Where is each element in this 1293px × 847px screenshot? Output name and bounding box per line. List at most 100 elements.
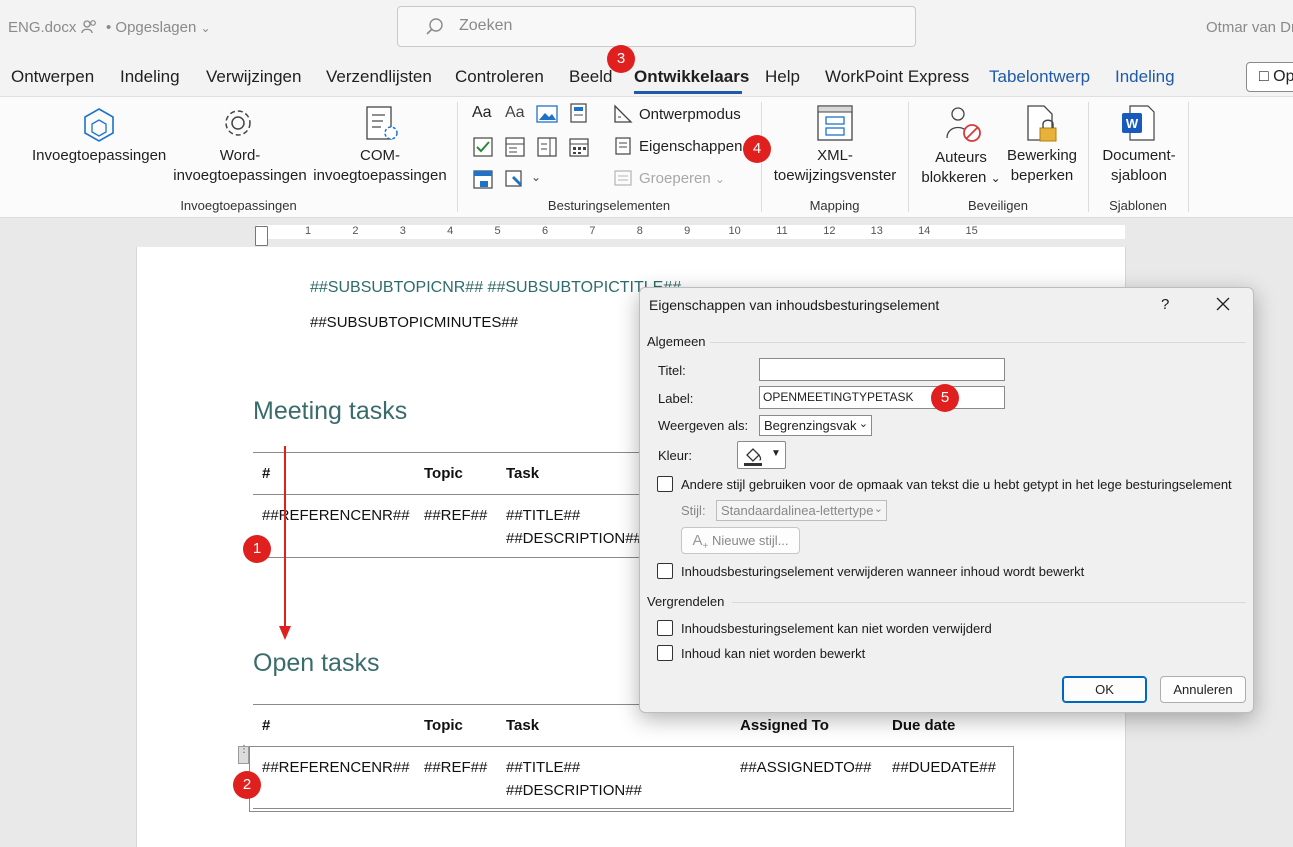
bewerking-beperken-label: Bewerking beperken — [1000, 146, 1084, 186]
word-invoegtoepassingen-label: Word- invoegtoepassingen — [172, 146, 308, 186]
tab-ontwerpen[interactable]: Ontwerpen — [11, 67, 94, 87]
tab-indeling[interactable]: Indeling — [120, 67, 180, 87]
sjabloon-line2: sjabloon — [1111, 167, 1167, 184]
picture-control-icon[interactable] — [536, 104, 558, 124]
word-document-icon: W — [1122, 105, 1155, 141]
new-style-icon: A+ — [692, 532, 709, 552]
cancel-button[interactable]: Annuleren — [1160, 676, 1246, 703]
weergeven-als-select[interactable]: Begrenzingsvak ⌄ — [759, 415, 872, 436]
indent-marker[interactable] — [255, 226, 268, 246]
com-invoegtoepassingen-label: COM- invoegtoepassingen — [312, 146, 448, 186]
group-algemeen: Algemeen — [647, 334, 706, 349]
invoegtoepassingen-button[interactable] — [30, 100, 170, 190]
meeting-col-number: # — [262, 465, 271, 482]
annotation-badge-4: 4 — [743, 135, 771, 163]
search-icon — [426, 18, 443, 35]
document-name[interactable]: ENG.docx — [8, 19, 76, 36]
com-addins-line2: invoegtoepassingen — [313, 167, 447, 184]
lock-delete-checkbox[interactable] — [657, 620, 673, 636]
open-comments-button[interactable]: □ Op — [1246, 62, 1293, 92]
com-addins-line1: COM- — [360, 147, 400, 164]
open-cell-assigned[interactable]: ##ASSIGNEDTO## — [740, 759, 871, 776]
tab-controleren[interactable]: Controleren — [455, 67, 544, 87]
save-status[interactable]: • Opgeslagen ⌄ — [106, 19, 211, 36]
open-cell-due[interactable]: ##DUEDATE## — [892, 759, 996, 776]
rich-text-control-icon[interactable]: Aa — [472, 104, 492, 122]
chevron-down-icon[interactable]: ⌄ — [531, 170, 541, 184]
group-label-mapping: Mapping — [809, 198, 860, 213]
ok-button[interactable]: OK — [1062, 676, 1147, 703]
eigenschappen-button[interactable]: Eigenschappen — [639, 138, 742, 155]
ruler-number: 8 — [636, 225, 643, 237]
repeating-section-control-icon[interactable] — [472, 168, 494, 190]
xml-line1: XML- — [817, 147, 853, 164]
andere-stijl-label: Andere stijl gebruiken voor de opmaak va… — [681, 477, 1232, 492]
subsubtopic-minutes[interactable]: ##SUBSUBTOPICMINUTES## — [310, 314, 518, 331]
checkbox-control-icon[interactable] — [472, 136, 494, 158]
shared-users-icon[interactable] — [80, 18, 98, 36]
search-input[interactable]: Zoeken — [459, 17, 512, 35]
content-control-boundary[interactable] — [249, 746, 1014, 812]
lock-edit-checkbox[interactable] — [657, 645, 673, 661]
meeting-cell-title[interactable]: ##TITLE## — [506, 507, 580, 524]
group-label-sjablonen: Sjablonen — [1109, 198, 1167, 213]
meeting-tasks-heading[interactable]: Meeting tasks — [253, 397, 407, 426]
chevron-down-icon: ⌄ — [858, 418, 868, 430]
tab-verwijzingen[interactable]: Verwijzingen — [206, 67, 301, 87]
tab-help[interactable]: Help — [765, 67, 800, 87]
tab-verzendlijsten[interactable]: Verzendlijsten — [326, 67, 432, 87]
plain-text-control-icon[interactable]: Aa — [505, 104, 525, 122]
document-sjabloon-label: Document- sjabloon — [1094, 146, 1184, 186]
groeperen-button[interactable]: Groeperen ⌄ — [639, 170, 725, 187]
tab-workpoint-express[interactable]: WorkPoint Express — [825, 67, 969, 87]
tab-indeling-table[interactable]: Indeling — [1115, 67, 1175, 87]
chevron-down-icon: ⌄ — [200, 21, 211, 35]
stijl-select[interactable]: Standaardalinea-lettertype ⌄ — [716, 500, 887, 521]
open-cell-title[interactable]: ##TITLE## — [506, 759, 580, 776]
combo-box-control-icon[interactable] — [504, 136, 526, 158]
auteurs-line1: Auteurs — [935, 149, 987, 166]
chevron-down-icon: ⌄ — [714, 172, 725, 186]
date-picker-control-icon[interactable] — [568, 136, 590, 158]
bewerking-line1: Bewerking — [1006, 147, 1078, 164]
block-authors-icon — [946, 107, 981, 142]
close-icon[interactable] — [1215, 296, 1231, 312]
gear-icon — [225, 110, 251, 136]
kleur-color-picker[interactable]: ▼ — [737, 441, 786, 469]
help-button[interactable]: ? — [1161, 296, 1169, 313]
dropdown-list-control-icon[interactable] — [536, 136, 558, 158]
tab-tabelontwerp[interactable]: Tabelontwerp — [989, 67, 1090, 87]
table-border — [253, 452, 639, 453]
building-block-control-icon[interactable] — [568, 102, 590, 124]
addins-hexagon-icon — [84, 108, 114, 142]
ruler-number: 5 — [494, 225, 501, 237]
open-cell-topic[interactable]: ##REF## — [424, 759, 487, 776]
open-cell-ref[interactable]: ##REFERENCENR## — [262, 759, 410, 776]
ontwerpmodus-button[interactable]: Ontwerpmodus — [639, 106, 741, 123]
user-name[interactable]: Otmar van Dr — [1206, 19, 1293, 36]
content-control-handle[interactable]: ⋮ — [238, 745, 249, 764]
open-col-number: # — [262, 717, 271, 734]
andere-stijl-checkbox[interactable] — [657, 476, 673, 492]
legacy-tools-icon[interactable] — [504, 168, 526, 190]
group-divider — [1188, 102, 1189, 212]
verwijderen-checkbox[interactable] — [657, 563, 673, 579]
meeting-cell-topic[interactable]: ##REF## — [424, 507, 487, 524]
titel-input[interactable] — [759, 358, 1005, 381]
invoegtoepassingen-label: Invoegtoepassingen — [32, 147, 167, 164]
ruler-number: 14 — [918, 225, 931, 237]
open-tasks-heading[interactable]: Open tasks — [253, 649, 379, 678]
meeting-cell-desc[interactable]: ##DESCRIPTION## — [506, 530, 642, 547]
open-cell-desc[interactable]: ##DESCRIPTION## — [506, 782, 642, 799]
open-col-task: Task — [506, 717, 540, 734]
tab-ontwikkelaars[interactable]: Ontwikkelaars — [634, 67, 749, 87]
nieuwe-stijl-button[interactable]: A+ Nieuwe stijl... — [681, 527, 800, 554]
tab-beeld[interactable]: Beeld — [569, 67, 612, 87]
bewerking-line2: beperken — [1010, 167, 1074, 184]
group-divider — [710, 342, 1246, 343]
auteurs-blokkeren-label: Auteurs blokkeren ⌄ — [916, 148, 1006, 188]
label-input[interactable]: OPENMEETINGTYPETASK — [759, 386, 1005, 409]
ruler-text-area — [257, 225, 1125, 239]
subsubtopic-title[interactable]: ##SUBSUBTOPICNR## ##SUBSUBTOPICTITLE## — [310, 279, 681, 297]
meeting-col-topic: Topic — [424, 465, 463, 482]
